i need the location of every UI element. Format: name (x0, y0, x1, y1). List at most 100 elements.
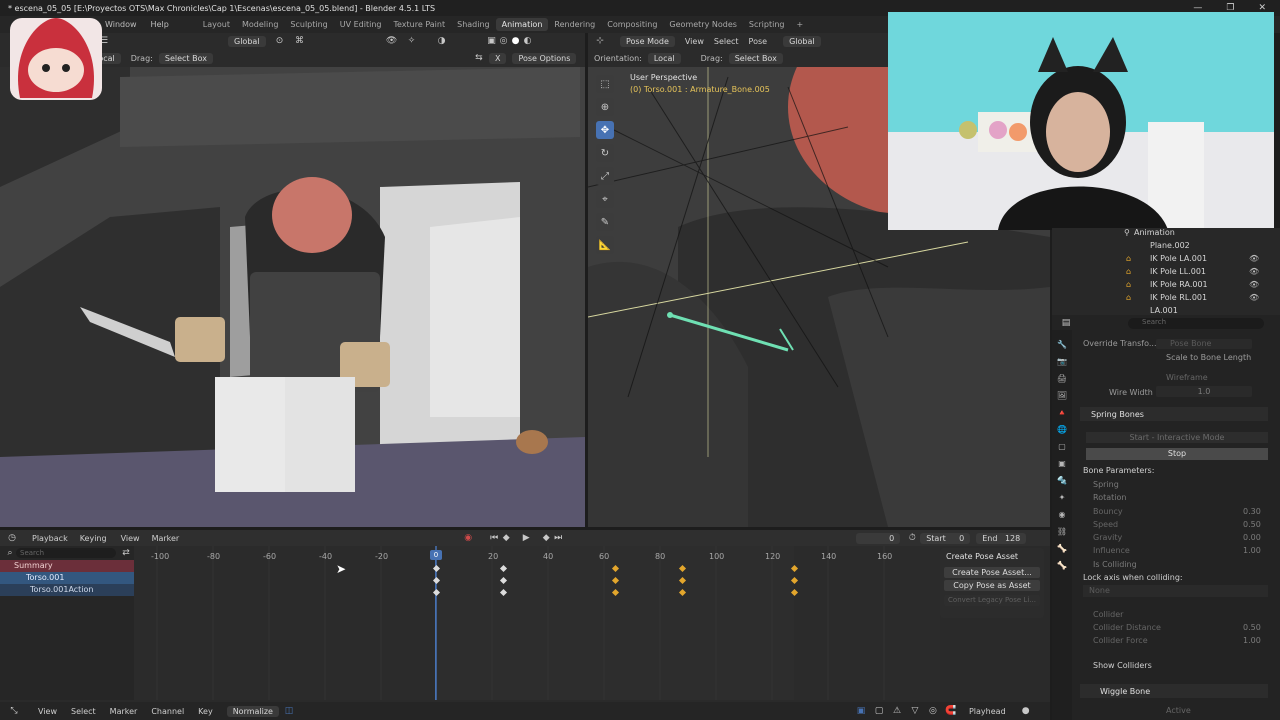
influence-value[interactable]: 1.00 (1243, 546, 1261, 555)
bouncy-value[interactable]: 0.30 (1243, 507, 1261, 516)
filter-icon[interactable]: ▽ (909, 705, 921, 717)
stop-button[interactable]: Stop (1086, 448, 1268, 460)
proportional-icon[interactable]: ◎ (927, 705, 939, 717)
playhead-frame-indicator[interactable]: 0 (430, 550, 442, 560)
pose-bone-field[interactable]: Pose Bone (1156, 339, 1252, 349)
measure-tool-icon[interactable]: 📐 (596, 236, 614, 254)
visibility-eye-icon[interactable]: 👁 (1249, 280, 1259, 289)
drag-select-box[interactable]: Select Box (158, 52, 213, 64)
channel-search-input[interactable]: Search (16, 548, 116, 558)
view-menu[interactable]: View (38, 707, 57, 716)
select-tool-icon[interactable]: ⬚ (596, 75, 614, 93)
current-frame-field[interactable]: 0 (856, 532, 901, 544)
tab-animation[interactable]: Animation (495, 18, 549, 31)
normalize-icon[interactable]: ◫ (283, 705, 295, 717)
scale-tool-icon[interactable]: ⤢ (596, 167, 614, 185)
dopesheet-area[interactable] (134, 546, 940, 700)
visibility-eye-icon[interactable]: 👁 (1249, 267, 1259, 276)
collection-tab-icon[interactable]: ▢ (1058, 442, 1066, 451)
transform-orientation-dropdown[interactable]: Global (783, 35, 821, 47)
tab-rendering[interactable]: Rendering (548, 18, 601, 31)
wireframe-checkbox[interactable]: Wireframe (1166, 373, 1208, 382)
output-tab-icon[interactable]: 🖨 (1057, 374, 1067, 383)
scene-tab-icon[interactable]: 🔺 (1057, 408, 1067, 417)
mode-dropdown[interactable]: Pose Mode (620, 35, 675, 47)
outliner-item[interactable]: IK Pole LL.001 (1150, 267, 1206, 276)
transform-tool-icon[interactable]: ⌖ (596, 190, 614, 208)
speed-value[interactable]: 0.50 (1243, 520, 1261, 529)
jump-start-icon[interactable]: ⏮ (488, 532, 500, 544)
particles-tab-icon[interactable]: ✦ (1059, 493, 1066, 502)
snap-icon[interactable]: ⌘ (294, 35, 306, 47)
visibility-eye-icon[interactable]: 👁 (1249, 254, 1259, 263)
visibility-eye-icon[interactable]: 👁 (1249, 293, 1259, 302)
add-workspace-button[interactable]: + (790, 18, 809, 31)
start-interactive-button[interactable]: Start - Interactive Mode (1086, 432, 1268, 443)
drag-select-box[interactable]: Select Box (728, 52, 783, 64)
editor-type-icon[interactable]: ⊹ (594, 35, 606, 47)
gizmo-icon[interactable]: ✧ (406, 35, 418, 47)
render-tab-icon[interactable]: 📷 (1057, 357, 1067, 366)
channel-summary[interactable]: Summary (0, 560, 134, 572)
snapping-icon[interactable]: 🧲 (945, 705, 957, 717)
tab-modeling[interactable]: Modeling (236, 18, 284, 31)
annotate-tool-icon[interactable]: ✎ (596, 213, 614, 231)
end-frame-field[interactable]: End 128 (976, 532, 1027, 544)
normalize-toggle[interactable]: Normalize (226, 705, 279, 717)
world-tab-icon[interactable]: 🌐 (1057, 425, 1067, 434)
spring-checkbox[interactable]: Spring (1093, 480, 1119, 489)
outliner-item[interactable]: IK Pole RL.001 (1150, 293, 1207, 302)
wire-width-field[interactable]: 1.0 (1156, 386, 1252, 397)
menu-select[interactable]: Select (714, 37, 739, 46)
scale-bone-length-checkbox[interactable]: Scale to Bone Length (1166, 353, 1251, 362)
only-selected-icon[interactable]: ▣ (855, 705, 867, 717)
move-tool-icon[interactable]: ✥ (596, 121, 614, 139)
pivot-icon[interactable]: ⊙ (274, 35, 286, 47)
next-key-icon[interactable]: ◆ (540, 532, 552, 544)
swap-icon[interactable]: ⇄ (120, 547, 132, 559)
timeline-editor-icon[interactable]: ◷ (6, 532, 18, 544)
tool-tab-icon[interactable]: 🔧 (1057, 340, 1067, 349)
menu-window[interactable]: Window (105, 20, 137, 29)
physics-tab-icon[interactable]: ◉ (1059, 510, 1066, 519)
object-tab-icon[interactable]: ▣ (1058, 459, 1066, 468)
orientation-dropdown[interactable]: Local (647, 52, 681, 64)
x-mirror-toggle[interactable]: X (488, 52, 507, 64)
key-menu[interactable]: Key (198, 707, 213, 716)
is-colliding-checkbox[interactable]: Is Colliding (1093, 560, 1137, 569)
bone-tab-icon[interactable]: 🦴 (1057, 561, 1067, 570)
overlay-icon[interactable]: ● (1020, 705, 1032, 717)
left-3d-viewport[interactable] (0, 67, 585, 527)
show-hidden-icon[interactable]: ▢ (873, 705, 885, 717)
transform-orientation-dropdown[interactable]: Global (228, 35, 266, 47)
collider-distance-value[interactable]: 0.50 (1243, 623, 1261, 632)
copy-pose-asset-button[interactable]: Copy Pose as Asset (944, 580, 1040, 591)
channel-object[interactable]: Torso.001 (0, 572, 134, 584)
jump-end-icon[interactable]: ⏭ (552, 532, 564, 544)
collider-force-value[interactable]: 1.00 (1243, 636, 1261, 645)
marker-menu[interactable]: Marker (152, 534, 180, 543)
record-icon[interactable]: ◉ (462, 532, 474, 544)
lock-axis-dropdown[interactable]: None (1083, 585, 1268, 597)
tab-geometry-nodes[interactable]: Geometry Nodes (663, 18, 742, 31)
active-checkbox[interactable]: Active (1166, 706, 1191, 715)
xray-icon[interactable]: ▣ (486, 35, 498, 47)
modifier-tab-icon[interactable]: 🔩 (1057, 476, 1067, 485)
show-colliders-checkbox[interactable]: Show Colliders (1093, 661, 1152, 670)
playback-menu[interactable]: Playback (32, 534, 68, 543)
menu-help[interactable]: Help (151, 20, 169, 29)
select-menu[interactable]: Select (71, 707, 96, 716)
marker-menu[interactable]: Marker (110, 707, 138, 716)
mirror-icon[interactable]: ⇆ (473, 52, 485, 64)
tab-compositing[interactable]: Compositing (601, 18, 663, 31)
channel-menu[interactable]: Channel (151, 707, 184, 716)
collider-checkbox[interactable]: Collider (1093, 610, 1123, 619)
create-pose-asset-button[interactable]: Create Pose Asset... (944, 567, 1040, 578)
constraints-tab-icon[interactable]: ⛓ (1057, 527, 1067, 536)
tab-uv-editing[interactable]: UV Editing (334, 18, 388, 31)
visibility-icon[interactable]: 👁 (386, 35, 398, 47)
menu-pose[interactable]: Pose (749, 37, 768, 46)
shading-material-icon[interactable]: ◐ (522, 35, 534, 47)
properties-editor-icon[interactable]: ▤ (1060, 317, 1072, 329)
start-frame-field[interactable]: Start 0 (920, 532, 971, 544)
